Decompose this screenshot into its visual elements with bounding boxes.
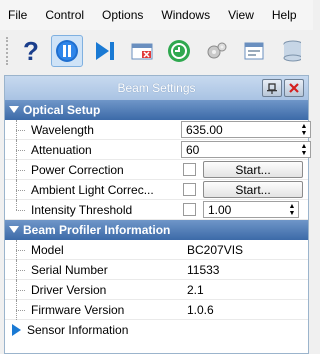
property-name: Serial Number (31, 262, 108, 277)
model-value: BC207VIS (187, 242, 244, 257)
tree-line (5, 139, 27, 160)
property-row-intensity-threshold: Intensity Threshold 1.00 ▲ ▼ (5, 199, 308, 220)
tree-line (5, 259, 27, 280)
toolbar-grip[interactable] (6, 37, 10, 65)
property-value: 1.0.6 (179, 300, 308, 320)
collapse-caret-icon[interactable] (5, 106, 23, 114)
toolbar: ? (0, 30, 313, 72)
category-label: Beam Profiler Information (23, 223, 171, 237)
property-value: Start... (179, 160, 308, 180)
panel-title: Beam Settings (117, 81, 196, 95)
svg-text:?: ? (23, 38, 39, 64)
green-action-button[interactable] (163, 35, 194, 67)
menu-file[interactable]: File (4, 0, 36, 30)
pause-button[interactable] (51, 35, 83, 67)
tree-line (5, 179, 27, 200)
step-play-button[interactable] (89, 35, 120, 67)
tree-line (5, 119, 27, 140)
tree-line (5, 279, 27, 300)
tree-line (5, 159, 27, 180)
collapse-caret-icon[interactable] (5, 226, 23, 234)
ambient-light-checkbox[interactable] (183, 183, 196, 196)
report-button[interactable] (238, 35, 269, 67)
close-icon (289, 83, 299, 93)
tree-line (5, 199, 27, 220)
gears-icon (207, 42, 227, 59)
property-name: Intensity Threshold (31, 202, 133, 217)
ambient-light-start-button[interactable]: Start... (203, 181, 303, 198)
property-row-power-correction: Power Correction Start... (5, 159, 308, 180)
menu-view[interactable]: View (219, 0, 263, 30)
menu-control[interactable]: Control (36, 0, 93, 30)
spinbox-value[interactable]: 1.00 (204, 203, 286, 217)
property-row-model: Model BC207VIS (5, 239, 308, 260)
pin-icon (267, 83, 277, 94)
serial-number-value: 11533 (187, 262, 220, 277)
property-row-wavelength: Wavelength 635.00 ▲ ▼ (5, 119, 311, 140)
property-row-driver-version: Driver Version 2.1 (5, 279, 308, 300)
property-name: Wavelength (31, 122, 94, 137)
help-button[interactable]: ? (14, 35, 45, 67)
spinbox-value[interactable]: 60 (182, 143, 298, 157)
help-icon: ? (23, 38, 39, 64)
driver-version-value: 2.1 (187, 282, 204, 297)
panel-title-buttons (260, 79, 304, 97)
pin-button[interactable] (262, 79, 282, 97)
close-window-button[interactable] (126, 35, 157, 67)
firmware-version-value: 1.0.6 (187, 302, 214, 317)
menu-windows[interactable]: Windows (152, 0, 219, 30)
property-name: Model (31, 242, 64, 257)
property-value: 11533 (179, 260, 308, 280)
green-circle-icon (168, 40, 191, 62)
spinbox-value[interactable]: 635.00 (182, 123, 298, 137)
property-value: 1.00 ▲ ▼ (179, 200, 308, 220)
property-row-attenuation: Attenuation 60 ▲ ▼ (5, 139, 311, 160)
intensity-threshold-spinbox[interactable]: 1.00 ▲ ▼ (203, 201, 299, 218)
category-beam-profiler-info[interactable]: Beam Profiler Information (5, 220, 308, 240)
property-name: Driver Version (31, 282, 107, 297)
property-name: Ambient Light Correc... (31, 182, 154, 197)
menu-options[interactable]: Options (93, 0, 152, 30)
property-row-firmware-version: Firmware Version 1.0.6 (5, 299, 308, 320)
property-row-ambient-light: Ambient Light Correc... Start... (5, 179, 308, 200)
property-name: Power Correction (31, 162, 124, 177)
close-window-icon (131, 43, 153, 60)
settings-button[interactable] (201, 35, 232, 67)
expand-arrow-icon[interactable] (5, 324, 27, 336)
report-icon (244, 42, 264, 60)
close-panel-button[interactable] (284, 79, 304, 97)
property-value: 2.1 (179, 280, 308, 300)
property-value: BC207VIS (179, 240, 308, 260)
menu-help[interactable]: Help (263, 0, 306, 30)
property-name: Firmware Version (31, 302, 125, 317)
attenuation-spinbox[interactable]: 60 ▲ ▼ (181, 141, 311, 158)
panel-title-bar[interactable]: Beam Settings (5, 76, 308, 100)
tree-line (5, 239, 27, 260)
property-value: 635.00 ▲ ▼ (179, 120, 311, 140)
property-name: Attenuation (31, 142, 92, 157)
play-step-icon (96, 42, 115, 60)
pause-icon (56, 40, 79, 62)
spin-arrows-icon[interactable]: ▲ ▼ (298, 123, 310, 137)
wavelength-spinbox[interactable]: 635.00 ▲ ▼ (181, 121, 311, 138)
menu-bar: File Control Options Windows View Help (0, 0, 313, 30)
property-value: Start... (179, 180, 308, 200)
spin-arrows-icon[interactable]: ▲ ▼ (298, 143, 310, 157)
sensor-information-label: Sensor Information (27, 323, 129, 337)
spin-arrows-icon[interactable]: ▲ ▼ (286, 203, 298, 217)
property-value: 60 ▲ ▼ (179, 140, 311, 160)
category-optical-setup[interactable]: Optical Setup (5, 100, 308, 120)
tree-line (5, 299, 27, 320)
power-correction-checkbox[interactable] (183, 163, 196, 176)
power-correction-start-button[interactable]: Start... (203, 161, 303, 178)
category-label: Optical Setup (23, 103, 101, 117)
intensity-threshold-checkbox[interactable] (183, 203, 196, 216)
database-icon (283, 40, 302, 62)
beam-settings-panel: Beam Settings Optical Setup Wavelength 6… (4, 75, 311, 354)
database-button[interactable] (276, 35, 307, 67)
sensor-information-node[interactable]: Sensor Information (5, 320, 308, 340)
property-row-serial-number: Serial Number 11533 (5, 259, 308, 280)
property-grid: Optical Setup Wavelength 635.00 ▲ ▼ Atten… (5, 100, 311, 340)
